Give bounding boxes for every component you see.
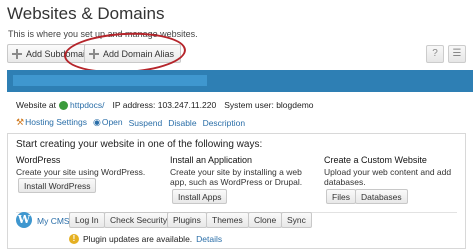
files-button[interactable]: Files — [326, 189, 356, 204]
redacted-domain-name[interactable] — [13, 75, 207, 86]
ip-value: 103.247.11.220 — [157, 100, 217, 110]
application-title: Install an Application — [170, 155, 253, 165]
globe-icon — [59, 100, 69, 110]
domain-header-bar — [7, 70, 473, 92]
themes-button[interactable]: Themes — [206, 212, 249, 228]
warning-text: Plugin updates are available. — [83, 234, 193, 244]
warning-icon: ! — [69, 234, 79, 244]
add-subdomain-label: Add Subdomain — [26, 48, 91, 59]
website-at-label: Website at — [16, 100, 57, 110]
page-title: Websites & Domains — [7, 4, 165, 23]
wordpress-logo-icon: W — [16, 212, 32, 228]
suspend-link[interactable]: Suspend — [129, 118, 163, 128]
hosting-settings-link[interactable]: ⚒Hosting Settings — [16, 117, 87, 128]
start-heading: Start creating your website in one of th… — [16, 139, 263, 150]
wordpress-desc: Create your site using WordPress. — [16, 167, 146, 177]
details-link[interactable]: Details — [196, 234, 222, 244]
ip-label: IP address: — [112, 100, 156, 110]
sync-button[interactable]: Sync — [281, 212, 312, 228]
disable-link[interactable]: Disable — [168, 118, 196, 128]
check-security-button[interactable]: Check Security — [104, 212, 174, 228]
clone-button[interactable]: Clone — [248, 212, 283, 228]
plus-icon — [12, 48, 22, 59]
install-wordpress-button[interactable]: Install WordPress — [18, 178, 97, 193]
system-user-label: System user: — [224, 100, 274, 110]
cms-name-link[interactable]: My CMS — [37, 216, 70, 226]
system-user-value: blogdemo — [276, 100, 314, 110]
install-apps-button[interactable]: Install Apps — [172, 189, 228, 204]
custom-desc: Upload your web content and add database… — [324, 167, 452, 187]
application-desc: Create your site by installing a web app… — [170, 167, 303, 187]
wordpress-title: WordPress — [16, 155, 61, 165]
add-domain-alias-label: Add Domain Alias — [103, 48, 175, 59]
application-column: Install an Application Create your site … — [170, 155, 318, 187]
plus-icon — [89, 48, 99, 59]
help-icon[interactable]: ? — [426, 45, 444, 63]
httpdocs-link[interactable]: httpdocs/ — [70, 100, 105, 110]
custom-title: Create a Custom Website — [324, 155, 427, 165]
databases-button[interactable]: Databases — [355, 189, 408, 204]
add-domain-alias-button[interactable]: Add Domain Alias — [84, 44, 182, 63]
plugins-button[interactable]: Plugins — [167, 212, 207, 228]
log-in-button[interactable]: Log In — [69, 212, 105, 228]
description-link[interactable]: Description — [203, 118, 246, 128]
page-subtitle: This is where you set up and manage webs… — [8, 29, 198, 39]
custom-website-column: Create a Custom Website Upload your web … — [324, 155, 462, 187]
domain-actions: ⚒Hosting Settings ◉Open Suspend Disable … — [16, 117, 245, 128]
open-icon: ◉ — [92, 117, 101, 127]
open-link[interactable]: ◉Open — [93, 117, 123, 128]
domain-info-line: Website at httpdocs/ IP address: 103.247… — [16, 100, 314, 110]
start-creating-panel: Start creating your website in one of th… — [7, 133, 466, 249]
plugin-update-warning: ! Plugin updates are available. Details — [69, 234, 222, 244]
list-view-icon[interactable]: ☰ — [448, 45, 466, 63]
wordpress-column: WordPress Create your site using WordPre… — [16, 155, 166, 177]
wrench-icon: ⚒ — [16, 117, 25, 127]
